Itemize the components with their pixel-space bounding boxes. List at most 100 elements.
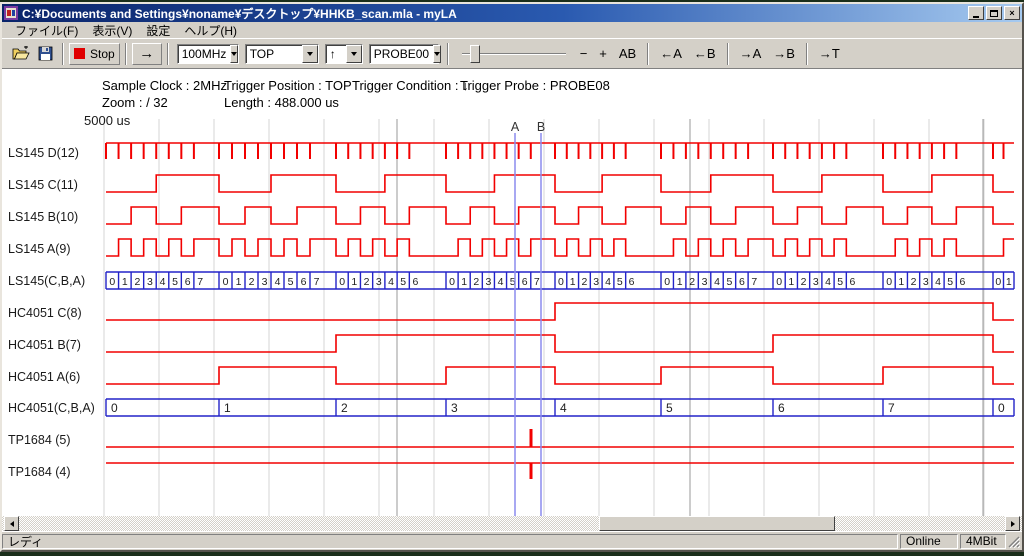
horizontal-scrollbar[interactable]: [2, 516, 1022, 531]
signal-waveform: [106, 175, 1014, 192]
bus-value: 5: [837, 276, 843, 288]
folder-open-icon: [12, 46, 30, 61]
slider-thumb[interactable]: [470, 45, 480, 63]
toolbar-separator: [806, 43, 808, 65]
bus-value: 1: [1006, 276, 1012, 288]
trigger-edge-value: ↑: [326, 47, 346, 61]
open-file-button[interactable]: [8, 43, 34, 65]
minimize-button[interactable]: [968, 6, 984, 20]
bus-value: 6: [739, 276, 745, 288]
bus-value: 1: [788, 276, 794, 288]
dropdown-arrow-icon[interactable]: [230, 45, 238, 63]
zoom-out-button[interactable]: −: [574, 43, 594, 65]
trigger-edge-combobox[interactable]: ↑: [325, 44, 363, 64]
bus-value: 3: [702, 276, 708, 288]
triangle-down-icon: [307, 52, 313, 56]
bus-value: 1: [898, 276, 904, 288]
sample-clock-combobox[interactable]: 100MHz: [177, 44, 239, 64]
row-label: LS145 D(12): [8, 146, 79, 160]
resize-grip-icon[interactable]: [1007, 535, 1020, 548]
bus-value: 4: [498, 276, 504, 288]
bus-value: 5: [617, 276, 623, 288]
bus-value: 3: [262, 276, 268, 288]
zoom-in-button[interactable]: +: [593, 43, 613, 65]
trigger-probe-combobox[interactable]: PROBE00: [369, 44, 439, 64]
row-label: LS145 A(9): [8, 242, 71, 256]
waveform-client-area: Sample Clock : 2MHz Trigger Position : T…: [2, 68, 1022, 516]
menu-settings[interactable]: 設定: [139, 21, 177, 40]
signal-waveform: [106, 367, 1014, 384]
maximize-button[interactable]: [986, 6, 1002, 20]
bus-value: 0: [998, 401, 1005, 415]
title-bar[interactable]: C:¥Documents and Settings¥noname¥デスクトップ¥…: [2, 4, 1022, 22]
minimize-icon: [973, 16, 979, 18]
bus-value: 5: [727, 276, 733, 288]
menu-file[interactable]: ファイル(F): [8, 21, 85, 40]
toolbar: Stop → 100MHz TOP ↑ PROBE00: [2, 38, 1022, 68]
stop-icon: [74, 48, 85, 59]
bus-value: 3: [147, 276, 153, 288]
bus-value: 6: [850, 276, 856, 288]
bus-value: 7: [197, 276, 203, 288]
bus-value: 1: [677, 276, 683, 288]
trigger-probe-info: Trigger Probe : PROBE08: [460, 78, 610, 93]
menu-bar: ファイル(F) 表示(V) 設定 ヘルプ(H): [2, 22, 1022, 38]
row-label: LS145 C(11): [8, 178, 78, 192]
bus-value: 2: [801, 276, 807, 288]
bus-value: 7: [888, 401, 895, 415]
bus-value: 6: [778, 401, 785, 415]
capture-info-line-1: Sample Clock : 2MHz Trigger Position : T…: [2, 78, 1022, 93]
dropdown-arrow-icon[interactable]: [346, 45, 362, 63]
scroll-left-button[interactable]: [4, 516, 19, 531]
toolbar-separator: [647, 43, 649, 65]
bus-value: 1: [236, 276, 242, 288]
trigger-position-value: TOP: [246, 47, 302, 61]
cursor-b-label: B: [537, 120, 545, 134]
stop-label: Stop: [90, 47, 115, 61]
toolbar-separator: [727, 43, 729, 65]
bus-value: 2: [364, 276, 370, 288]
status-bar: レディ Online 4MBit: [2, 531, 1022, 550]
waveform-plot[interactable]: 5000 usLS145 D(12)LS145 C(11)LS145 B(10)…: [2, 113, 1022, 516]
goto-cursor-a-right-button[interactable]: →A: [734, 43, 768, 65]
bus-value: 4: [935, 276, 941, 288]
bus-value: 2: [582, 276, 588, 288]
bus-value: 0: [111, 401, 118, 415]
close-button[interactable]: ×: [1004, 6, 1020, 20]
signal-waveform: [106, 207, 1014, 224]
goto-cursor-a-left-button[interactable]: ←A: [654, 43, 688, 65]
ab-button[interactable]: AB: [613, 43, 642, 65]
bus-value: 4: [275, 276, 281, 288]
goto-cursor-b-right-button[interactable]: →B: [767, 43, 801, 65]
trigger-position-combobox[interactable]: TOP: [245, 44, 319, 64]
bus-value: 0: [776, 276, 782, 288]
dropdown-arrow-icon[interactable]: [302, 45, 318, 63]
zoom-slider[interactable]: [458, 43, 570, 65]
run-button[interactable]: →: [132, 43, 162, 65]
row-label: LS145 B(10): [8, 210, 78, 224]
triangle-down-icon: [351, 52, 357, 56]
goto-trigger-button[interactable]: →T: [813, 43, 846, 65]
bus-value: 6: [301, 276, 307, 288]
toolbar-separator: [62, 43, 64, 65]
cursor-a-label: A: [511, 120, 520, 134]
menu-view[interactable]: 表示(V): [85, 21, 139, 40]
trigger-position-info: Trigger Position : TOP: [224, 78, 352, 93]
stop-button[interactable]: Stop: [69, 43, 120, 65]
trigger-condition-info: Trigger Condition : ↓: [352, 78, 469, 93]
bus-value: 6: [185, 276, 191, 288]
bus-value: 4: [560, 401, 567, 415]
bus-value: 4: [825, 276, 831, 288]
scroll-right-button[interactable]: [1005, 516, 1020, 531]
bus-value: 7: [314, 276, 320, 288]
dropdown-arrow-icon[interactable]: [433, 45, 441, 63]
scrollbar-thumb[interactable]: [599, 516, 835, 531]
signal-waveform: [106, 239, 1014, 256]
menu-help[interactable]: ヘルプ(H): [177, 21, 244, 40]
bus-value: 5: [947, 276, 953, 288]
capture-info-line-2: Zoom : / 32 Length : 488.000 us: [2, 95, 1022, 110]
goto-cursor-b-left-button[interactable]: ←B: [688, 43, 722, 65]
save-file-button[interactable]: [34, 43, 57, 65]
bus-value: 2: [134, 276, 140, 288]
bus-value: 0: [995, 276, 1001, 288]
